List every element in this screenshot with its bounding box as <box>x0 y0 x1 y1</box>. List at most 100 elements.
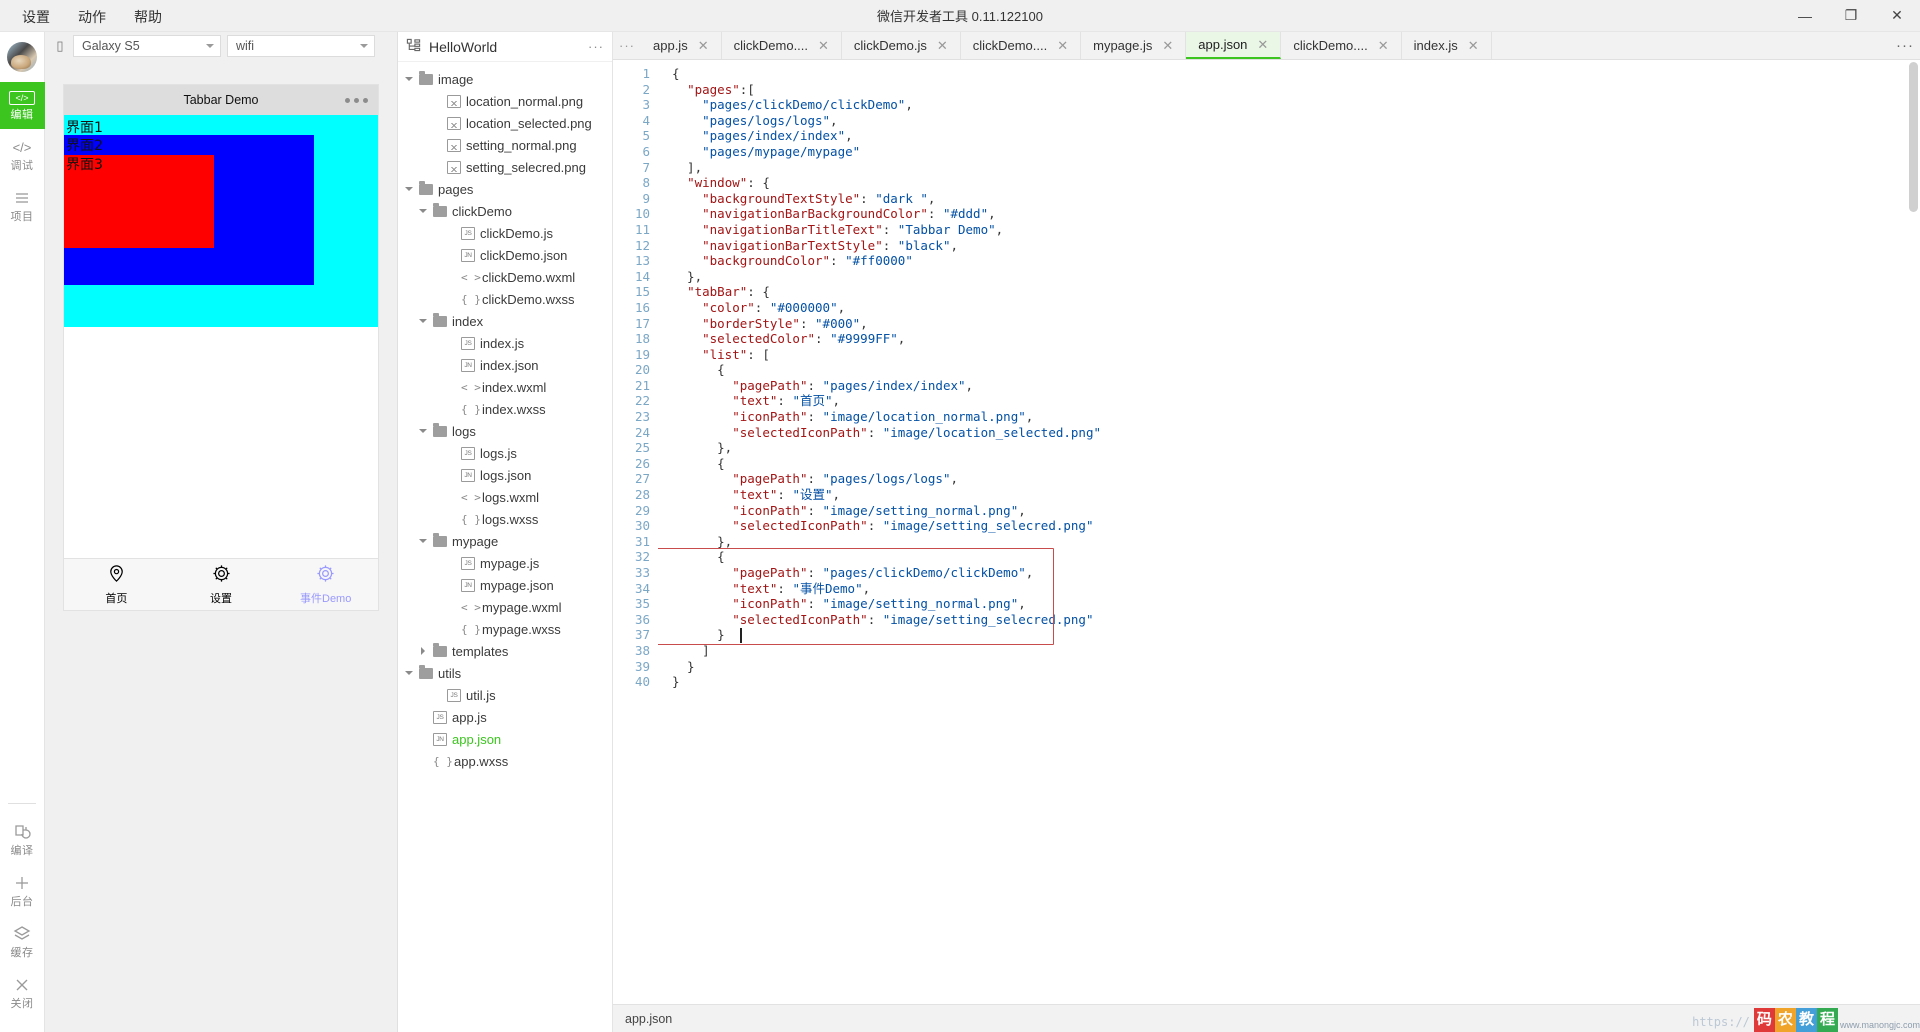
tree-node[interactable]: location_normal.png <box>398 90 612 112</box>
chevron-down-icon[interactable] <box>418 539 428 543</box>
minimize-icon[interactable]: — <box>1782 0 1828 32</box>
chevron-down-icon[interactable] <box>418 429 428 433</box>
tabstrip-menu-icon[interactable]: ··· <box>1890 32 1920 59</box>
tree-node[interactable]: JS util.js <box>398 684 612 706</box>
tree-node[interactable]: { } logs.wxss <box>398 508 612 530</box>
tree-node[interactable]: JN app.json <box>398 728 612 750</box>
rail-item-debug[interactable]: </> 调试 <box>0 129 45 180</box>
status-filename: app.json <box>625 1011 673 1026</box>
tree-node[interactable]: JS index.js <box>398 332 612 354</box>
network-select[interactable]: wifi <box>227 35 375 57</box>
code-line: }, <box>672 440 733 456</box>
code-editor[interactable]: 1 2 3 4 5 6 7 8 9 10 11 12 13 14 15 16 17 18 19 20 21 22 23 24 2… <box>613 60 1920 1004</box>
rail-item-compile[interactable]: 编译 <box>0 814 45 865</box>
tabstrip-overflow-icon[interactable]: ··· <box>613 32 641 59</box>
tree-node[interactable]: utils <box>398 662 612 684</box>
tab-close-icon[interactable]: ✕ <box>1057 38 1068 54</box>
editor-tabs[interactable]: app.js ✕ clickDemo.... ✕ clickDemo.js ✕ clickD… <box>641 32 1890 59</box>
tab-close-icon[interactable]: ✕ <box>937 38 948 54</box>
chevron-down-icon[interactable] <box>404 187 414 191</box>
menu-item-settings[interactable]: 设置 <box>10 4 62 30</box>
tree-node[interactable]: logs <box>398 420 612 442</box>
tree-node[interactable]: < > logs.wxml <box>398 486 612 508</box>
rail-item-project[interactable]: 项目 <box>0 180 45 231</box>
tree-node[interactable]: { } index.wxss <box>398 398 612 420</box>
tab-close-icon[interactable]: ✕ <box>698 38 709 54</box>
json-file-icon: JN <box>461 358 475 372</box>
tab-close-icon[interactable]: ✕ <box>1257 37 1268 53</box>
device-select[interactable]: Galaxy S5 <box>73 35 221 57</box>
tree-node[interactable]: image <box>398 68 612 90</box>
chevron-down-icon[interactable] <box>418 209 428 213</box>
background-icon <box>13 874 31 892</box>
maximize-icon[interactable]: ❐ <box>1828 0 1874 32</box>
tree-node[interactable]: JN clickDemo.json <box>398 244 612 266</box>
tree-node[interactable]: templates <box>398 640 612 662</box>
tree-node[interactable]: JN index.json <box>398 354 612 376</box>
tree-node[interactable]: JN mypage.json <box>398 574 612 596</box>
editor-tab[interactable]: app.js ✕ <box>641 32 722 59</box>
tree-node[interactable]: JS clickDemo.js <box>398 222 612 244</box>
editor-vertical-scrollbar[interactable] <box>1906 60 1920 1004</box>
code-line: "navigationBarTitleText": "Tabbar Demo", <box>702 221 1004 237</box>
phone-menu-dots-icon[interactable] <box>345 97 368 103</box>
tabbar-item-home[interactable]: 首页 <box>64 559 169 610</box>
tree-node[interactable]: { } mypage.wxss <box>398 618 612 640</box>
tree-node[interactable]: < > index.wxml <box>398 376 612 398</box>
tree-node-label: mypage.wxml <box>482 599 562 615</box>
editor-tab[interactable]: index.js ✕ <box>1401 32 1492 59</box>
chevron-down-icon[interactable] <box>418 319 428 323</box>
tree-node[interactable]: { } clickDemo.wxss <box>398 288 612 310</box>
tree-node[interactable]: setting_normal.png <box>398 134 612 156</box>
chevron-down-icon[interactable] <box>404 671 414 675</box>
menu-item-actions[interactable]: 动作 <box>66 4 118 30</box>
tab-close-icon[interactable]: ✕ <box>1162 38 1173 54</box>
editor-tab[interactable]: clickDemo.... ✕ <box>721 32 842 59</box>
editor-tab[interactable]: clickDemo.... ✕ <box>1281 32 1402 59</box>
line-number: 32 <box>634 549 650 565</box>
close-icon[interactable]: ✕ <box>1874 0 1920 32</box>
file-tree-panel: HelloWorld ··· image location_normal.png l… <box>398 32 613 1032</box>
tabbar-item-eventdemo[interactable]: 事件Demo <box>273 559 378 610</box>
tabbar-item-home-label: 首页 <box>105 592 128 605</box>
tab-close-icon[interactable]: ✕ <box>1378 38 1389 54</box>
rail-item-cache[interactable]: 缓存 <box>0 916 45 967</box>
phone-viewport[interactable]: 界面1 界面2 界面3 <box>64 115 378 558</box>
code-line: { <box>672 455 725 471</box>
tree-node[interactable]: JS mypage.js <box>398 552 612 574</box>
scrollbar-thumb[interactable] <box>1909 62 1918 212</box>
editor-tab[interactable]: app.json ✕ <box>1186 32 1282 59</box>
tree-node[interactable]: mypage <box>398 530 612 552</box>
tree-node[interactable]: pages <box>398 178 612 200</box>
line-number: 23 <box>634 409 650 425</box>
tree-node[interactable]: { } app.wxss <box>398 750 612 772</box>
tree-node[interactable]: location_selected.png <box>398 112 612 134</box>
tabbar-item-settings[interactable]: 设置 <box>169 559 274 610</box>
tab-close-icon[interactable]: ✕ <box>1468 38 1479 54</box>
tab-close-icon[interactable]: ✕ <box>818 38 829 54</box>
tree-node[interactable]: < > clickDemo.wxml <box>398 266 612 288</box>
avatar[interactable] <box>7 42 37 72</box>
editor-tab[interactable]: clickDemo.js ✕ <box>841 32 961 59</box>
tree-node[interactable]: clickDemo <box>398 200 612 222</box>
editor-tab[interactable]: clickDemo.... ✕ <box>960 32 1082 59</box>
tree-node[interactable]: JS app.js <box>398 706 612 728</box>
file-tree-more-icon[interactable]: ··· <box>588 39 604 54</box>
rail-item-edit[interactable]: </> 编辑 <box>0 82 45 129</box>
tree-node[interactable]: index <box>398 310 612 332</box>
tree-node[interactable]: < > mypage.wxml <box>398 596 612 618</box>
code-content[interactable]: { "pages":[ "pages/clickDemo/clickDemo",… <box>658 60 1920 1004</box>
rail-item-close[interactable]: 关闭 <box>0 967 45 1018</box>
line-number: 10 <box>634 206 650 222</box>
file-tree-list[interactable]: image location_normal.png location_selecte… <box>398 62 612 1032</box>
chevron-down-icon <box>206 44 214 48</box>
chevron-down-icon[interactable] <box>404 77 414 81</box>
chevron-right-icon[interactable] <box>418 647 428 655</box>
tree-node[interactable]: JN logs.json <box>398 464 612 486</box>
editor-tab[interactable]: mypage.js ✕ <box>1081 32 1187 59</box>
tree-node[interactable]: setting_selecred.png <box>398 156 612 178</box>
menu-item-help[interactable]: 帮助 <box>122 4 174 30</box>
tree-node[interactable]: JS logs.js <box>398 442 612 464</box>
tree-node-label: app.wxss <box>454 753 509 769</box>
rail-item-background[interactable]: 后台 <box>0 865 45 916</box>
